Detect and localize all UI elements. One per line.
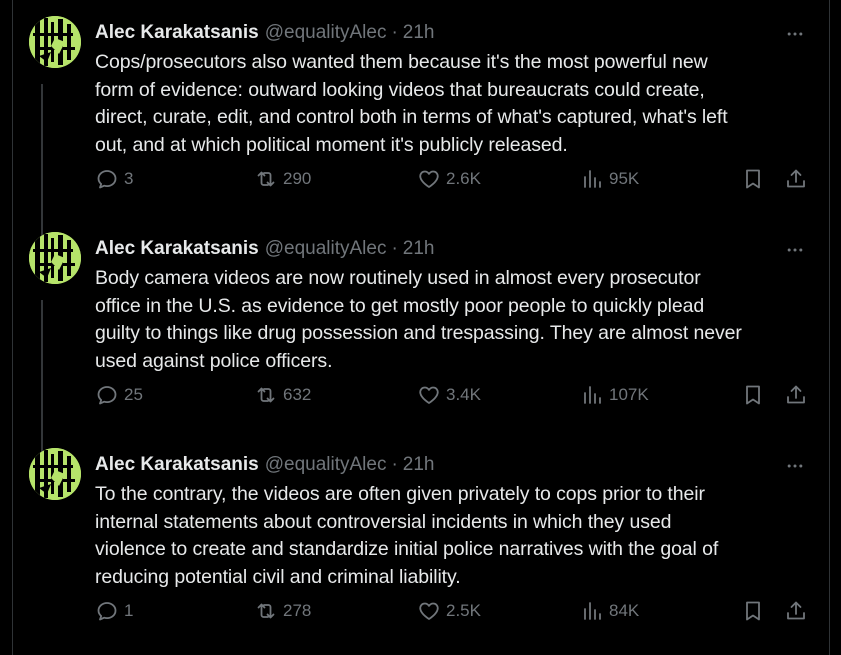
column-border-right	[829, 0, 830, 655]
repost-button[interactable]: 278	[254, 594, 311, 628]
avatar[interactable]	[29, 232, 81, 284]
reply-count: 3	[124, 169, 134, 188]
like-button[interactable]: 2.5K	[417, 594, 481, 628]
timestamp[interactable]: 21h	[403, 238, 435, 260]
separator-dot: ·	[391, 22, 398, 43]
more-icon[interactable]	[781, 22, 809, 46]
repost-button[interactable]: 290	[254, 162, 311, 196]
timestamp[interactable]: 21h	[403, 22, 435, 44]
reply-count: 25	[124, 385, 143, 404]
reply-button[interactable]: 25	[95, 378, 143, 412]
repost-icon	[257, 387, 275, 403]
tweet-header: Alec Karakatsanis @equalityAlec · 21h	[95, 20, 435, 46]
author-handle[interactable]: @equalityAlec	[265, 22, 387, 44]
bookmark-button[interactable]	[741, 378, 765, 412]
tweet-header: Alec Karakatsanis @equalityAlec · 21h	[95, 452, 435, 478]
repost-count: 632	[283, 385, 312, 404]
reply-count: 1	[124, 601, 134, 620]
action-bar: 3 290 2.6K 95K	[95, 162, 811, 196]
like-count: 2.5K	[446, 601, 481, 620]
author-handle[interactable]: @equalityAlec	[265, 454, 387, 476]
like-button[interactable]: 2.6K	[417, 162, 481, 196]
heart-icon	[419, 386, 439, 404]
action-bar: 25 632 3.4K 107K	[95, 378, 811, 412]
views-icon	[584, 386, 601, 404]
like-button[interactable]: 3.4K	[417, 378, 481, 412]
tweet-text: Body camera videos are now routinely use…	[95, 267, 742, 372]
bookmark-icon	[746, 169, 760, 189]
share-button[interactable]	[784, 594, 808, 628]
views-icon	[584, 602, 601, 620]
views-button[interactable]: 107K	[580, 378, 649, 412]
view-count: 84K	[609, 601, 640, 620]
author-name[interactable]: Alec Karakatsanis	[95, 454, 259, 476]
timestamp[interactable]: 21h	[403, 454, 435, 476]
like-count: 2.6K	[446, 169, 481, 188]
repost-count: 290	[283, 169, 312, 188]
like-count: 3.4K	[446, 385, 481, 404]
views-button[interactable]: 95K	[580, 162, 639, 196]
share-icon	[787, 601, 805, 620]
reply-icon	[97, 602, 117, 621]
repost-count: 278	[283, 601, 312, 620]
bookmark-button[interactable]	[741, 162, 765, 196]
heart-icon	[419, 602, 439, 620]
action-bar: 1 278 2.5K 84K	[95, 594, 811, 628]
share-icon	[787, 169, 805, 188]
repost-icon	[257, 171, 275, 187]
views-button[interactable]: 84K	[580, 594, 639, 628]
separator-dot: ·	[391, 238, 398, 259]
share-button[interactable]	[784, 378, 808, 412]
reply-icon	[97, 386, 117, 405]
more-icon[interactable]	[781, 238, 809, 262]
view-count: 95K	[609, 169, 640, 188]
more-icon[interactable]	[781, 454, 809, 478]
author-name[interactable]: Alec Karakatsanis	[95, 238, 259, 260]
bookmark-icon	[746, 601, 760, 621]
reply-button[interactable]: 3	[95, 162, 133, 196]
separator-dot: ·	[391, 454, 398, 475]
reply-button[interactable]: 1	[95, 594, 133, 628]
avatar[interactable]	[29, 16, 81, 68]
tweet[interactable]: Alec Karakatsanis @equalityAlec · 21h To…	[13, 432, 829, 648]
repost-button[interactable]: 632	[254, 378, 311, 412]
heart-icon	[419, 170, 439, 188]
tweet-text: To the contrary, the videos are often gi…	[95, 483, 719, 588]
repost-icon	[257, 603, 275, 619]
view-count: 107K	[609, 385, 649, 404]
share-button[interactable]	[784, 162, 808, 196]
author-name[interactable]: Alec Karakatsanis	[95, 22, 259, 44]
reply-icon	[97, 170, 117, 189]
bookmark-button[interactable]	[741, 594, 765, 628]
tweet[interactable]: Alec Karakatsanis @equalityAlec · 21h Bo…	[13, 216, 829, 432]
tweet-text: Cops/prosecutors also wanted them becaus…	[95, 51, 728, 156]
views-icon	[584, 170, 601, 188]
share-icon	[787, 385, 805, 404]
avatar[interactable]	[29, 448, 81, 500]
author-handle[interactable]: @equalityAlec	[265, 238, 387, 260]
tweet[interactable]: Alec Karakatsanis @equalityAlec · 21h Co…	[13, 0, 829, 216]
bookmark-icon	[746, 385, 760, 405]
tweet-header: Alec Karakatsanis @equalityAlec · 21h	[95, 236, 435, 262]
